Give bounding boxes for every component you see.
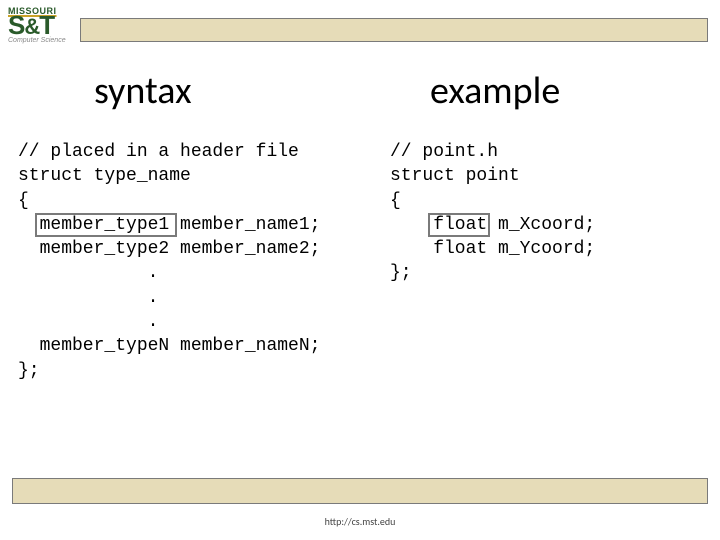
bottom-decorative-bar [12, 478, 708, 504]
heading-example: example [430, 68, 560, 114]
heading-syntax: syntax [94, 68, 192, 114]
code-block-syntax: // placed in a header file struct type_n… [18, 140, 320, 383]
logo-subtitle: Computer Science [8, 37, 76, 44]
footer-url: http://cs.mst.edu [0, 515, 720, 528]
top-decorative-bar [80, 18, 708, 42]
highlight-float [428, 213, 490, 237]
logo-st: S&T [8, 14, 76, 37]
logo: MISSOURI S&T Computer Science [8, 6, 76, 44]
highlight-member-type1 [35, 213, 177, 237]
code-block-example: // point.h struct point { float m_Xcoord… [390, 140, 595, 286]
